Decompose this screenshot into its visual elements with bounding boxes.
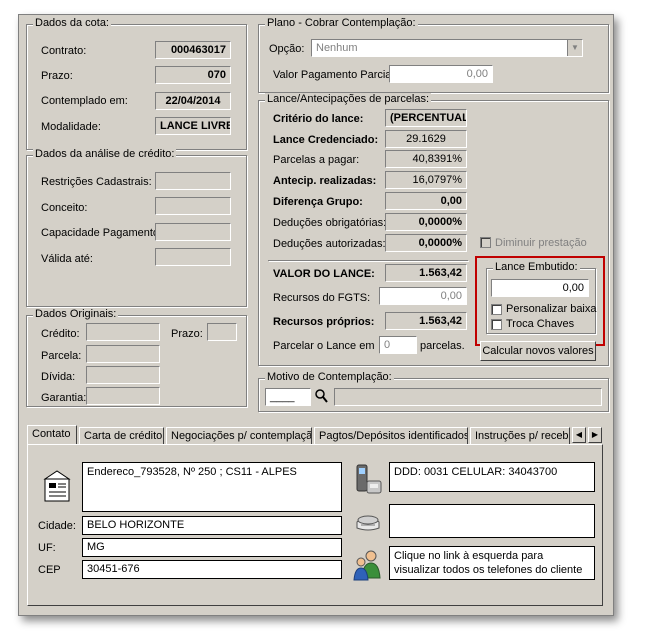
parcela-label: Parcela: bbox=[41, 350, 82, 362]
lance-title: Lance/Antecipações de parcelas: bbox=[265, 93, 432, 105]
valor-lance-label: VALOR DO LANCE: bbox=[273, 268, 375, 280]
parcelas-suffix: parcelas. bbox=[420, 340, 465, 352]
fax-box bbox=[389, 504, 595, 538]
parcelar-input[interactable]: 0 bbox=[379, 336, 417, 354]
ded-autor-label: Deduções autorizadas: bbox=[273, 238, 386, 250]
ded-autor-value: 0,0000% bbox=[385, 234, 467, 252]
tab-carta-credito[interactable]: Carta de crédito bbox=[79, 427, 164, 445]
antecip-value: 16,0797% bbox=[385, 171, 467, 189]
valor-lance-value: 1.563,42 bbox=[385, 264, 467, 282]
divida-field bbox=[86, 366, 160, 384]
cidade-label: Cidade: bbox=[38, 520, 76, 532]
cep-label: CEP bbox=[38, 564, 61, 576]
motivo-title: Motivo de Contemplação: bbox=[265, 371, 394, 383]
modalidade-value: LANCE LIVRE bbox=[155, 117, 231, 135]
capacidade-field bbox=[155, 223, 231, 241]
uf-label: UF: bbox=[38, 542, 56, 554]
criterio-label: Critério do lance: bbox=[273, 113, 364, 125]
telefone-box: DDD: 0031 CELULAR: 34043700 bbox=[389, 462, 595, 492]
contrato-label: Contrato: bbox=[41, 45, 87, 57]
capacidade-label: Capacidade Pagamento: bbox=[41, 227, 163, 239]
contemplado-value: 22/04/2014 bbox=[155, 92, 231, 110]
tab-negociacoes[interactable]: Negociações p/ contemplação bbox=[166, 427, 312, 445]
users-phone-icon[interactable] bbox=[353, 548, 383, 582]
modalidade-label: Modalidade: bbox=[41, 121, 101, 133]
uf-value: MG bbox=[82, 538, 342, 557]
tab-contato[interactable]: Contato bbox=[27, 425, 77, 445]
valida-field bbox=[155, 248, 231, 266]
lance-divider bbox=[268, 260, 468, 261]
endereco-box: Endereco_793528, Nº 250 ; CS11 - ALPES bbox=[82, 462, 342, 512]
tab-scroll-left-icon[interactable]: ◀ bbox=[572, 427, 586, 443]
diferenca-label: Diferença Grupo: bbox=[273, 196, 363, 208]
parcela-field bbox=[86, 345, 160, 363]
highlight-box bbox=[475, 256, 605, 346]
opcao-value: Nenhum bbox=[316, 42, 358, 54]
chevron-down-icon[interactable]: ▼ bbox=[567, 40, 582, 56]
fgts-input[interactable]: 0,00 bbox=[379, 287, 467, 305]
parcelar-label: Parcelar o Lance em bbox=[273, 340, 375, 352]
ded-obrig-value: 0,0000% bbox=[385, 213, 467, 231]
tab-instrucoes[interactable]: Instruções p/ recebim bbox=[470, 427, 570, 445]
orig-prazo-field bbox=[207, 323, 237, 341]
parcelas-pagar-value: 40,8391% bbox=[385, 150, 467, 168]
plano-title: Plano - Cobrar Contemplação: bbox=[265, 17, 418, 29]
cep-value: 30451-676 bbox=[82, 560, 342, 579]
tab-pagtos[interactable]: Pagtos/Depósitos identificados bbox=[314, 427, 468, 445]
prazo-label: Prazo: bbox=[41, 70, 73, 82]
valor-pagamento-input[interactable]: 0,00 bbox=[389, 65, 493, 83]
opcao-label: Opção: bbox=[269, 43, 305, 55]
orig-prazo-label: Prazo: bbox=[171, 328, 203, 340]
diminuir-label: Diminuir prestação bbox=[495, 237, 587, 249]
divida-label: Dívida: bbox=[41, 371, 76, 383]
credito-label: Crédito: bbox=[41, 328, 80, 340]
fax-icon[interactable] bbox=[353, 510, 383, 536]
dados-originais-title: Dados Originais: bbox=[33, 308, 119, 320]
motivo-description-field bbox=[334, 388, 602, 406]
credenciado-label: Lance Credenciado: bbox=[273, 134, 379, 146]
credenciado-value: 29.1629 bbox=[385, 130, 467, 148]
valida-label: Válida até: bbox=[41, 253, 93, 265]
proprios-value: 1.563,42 bbox=[385, 312, 467, 330]
contemplation-window: Dados da cota: Contrato: 000463017 Prazo… bbox=[18, 14, 614, 616]
telefones-info-box: Clique no link à esquerda para visualiza… bbox=[389, 546, 595, 580]
garantia-label: Garantia: bbox=[41, 392, 87, 404]
antecip-label: Antecip. realizadas: bbox=[273, 175, 377, 187]
prazo-value: 070 bbox=[155, 66, 231, 84]
address-book-icon[interactable] bbox=[37, 469, 77, 505]
search-icon[interactable] bbox=[313, 388, 329, 406]
credito-field bbox=[86, 323, 160, 341]
garantia-field bbox=[86, 387, 160, 405]
tab-scroll-right-icon[interactable]: ▶ bbox=[588, 427, 602, 443]
restricoes-field bbox=[155, 172, 231, 190]
opcao-select[interactable]: Nenhum ▼ bbox=[311, 39, 583, 57]
restricoes-label: Restrições Cadastrais: bbox=[41, 176, 152, 188]
parcelas-pagar-label: Parcelas a pagar: bbox=[273, 154, 360, 166]
criterio-value: (PERCENTUAL) bbox=[385, 109, 467, 127]
conceito-label: Conceito: bbox=[41, 202, 88, 214]
dados-cota-title: Dados da cota: bbox=[33, 17, 111, 29]
diferenca-value: 0,00 bbox=[385, 192, 467, 210]
motivo-code-input[interactable]: ____ bbox=[265, 388, 311, 406]
mobile-phone-icon[interactable] bbox=[353, 463, 383, 497]
diminuir-checkbox[interactable] bbox=[480, 237, 491, 248]
contemplado-label: Contemplado em: bbox=[41, 95, 128, 107]
proprios-label: Recursos próprios: bbox=[273, 316, 375, 328]
analise-credito-title: Dados da análise de crédito: bbox=[33, 148, 177, 160]
contrato-value: 000463017 bbox=[155, 41, 231, 59]
valor-pagamento-label: Valor Pagamento Parcial: bbox=[273, 69, 397, 81]
calcular-button[interactable]: Calcular novos valores bbox=[480, 341, 596, 361]
ded-obrig-label: Deduções obrigatórias: bbox=[273, 217, 387, 229]
cidade-value: BELO HORIZONTE bbox=[82, 516, 342, 535]
fgts-label: Recursos do FGTS: bbox=[273, 292, 371, 304]
conceito-field bbox=[155, 197, 231, 215]
